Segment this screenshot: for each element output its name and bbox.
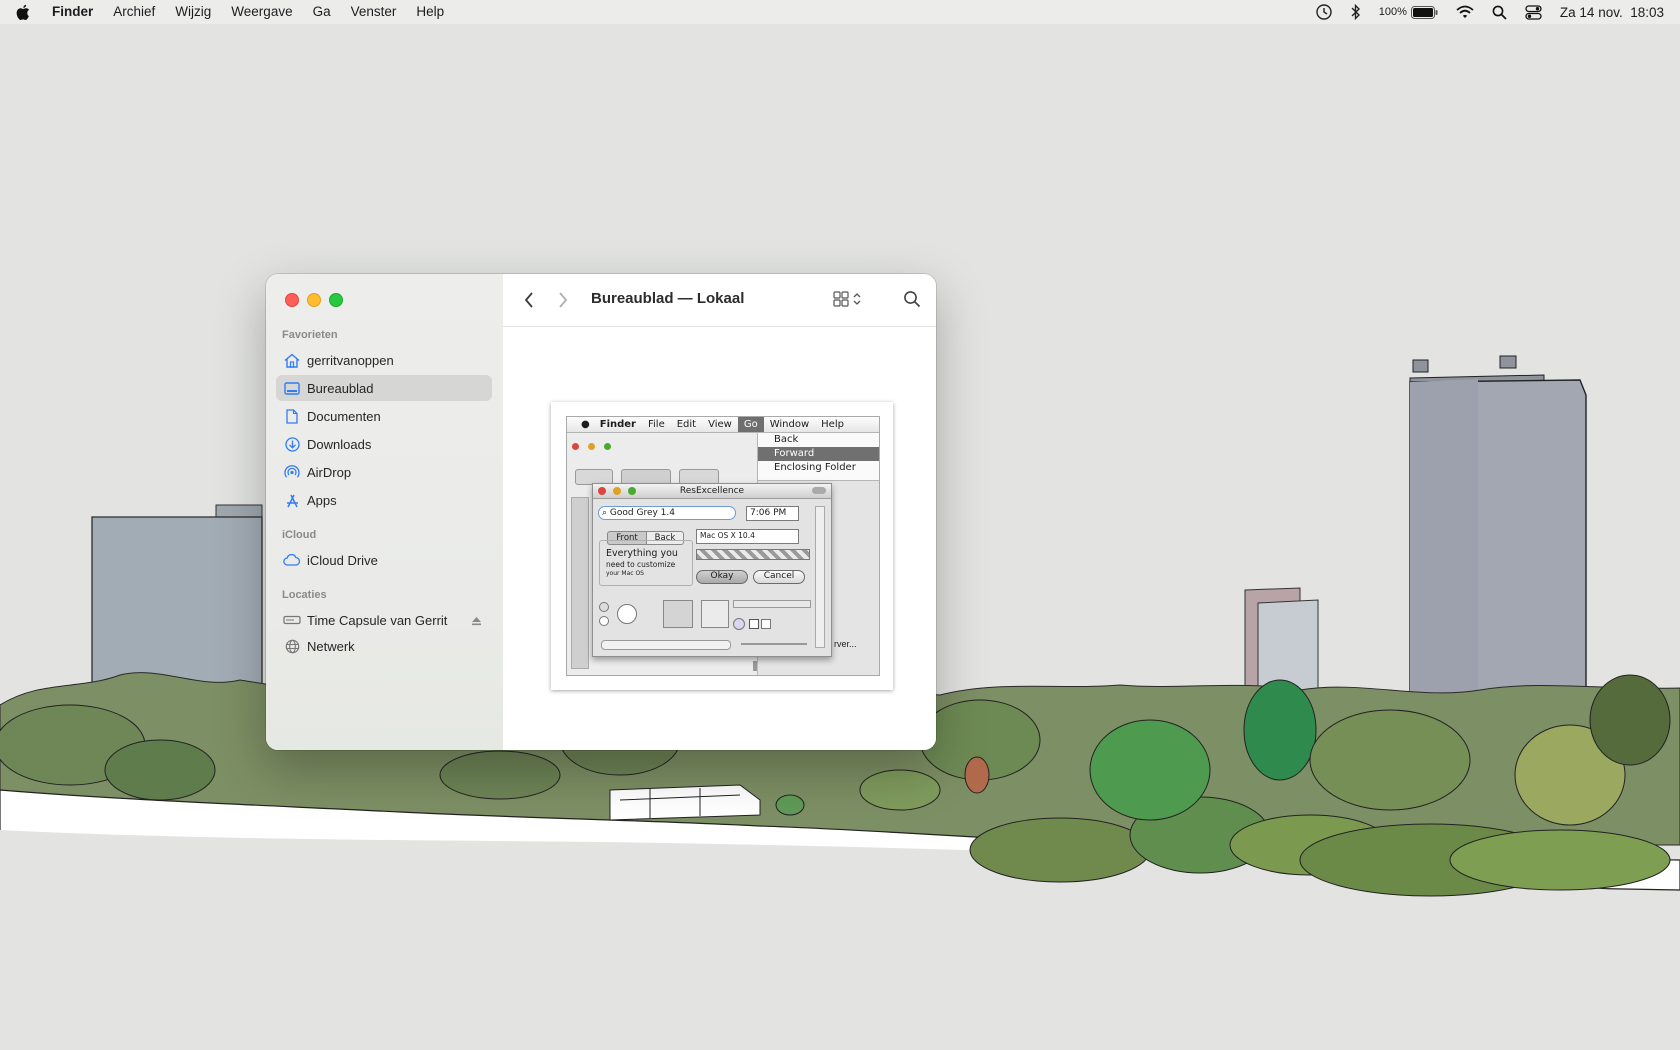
preview-time-value: 7:06 PM (750, 508, 787, 518)
preview-search-field: ⌕ Good Grey 1.4 (598, 506, 736, 520)
preview-time-field: 7:06 PM (746, 506, 799, 521)
back-button[interactable] (523, 291, 535, 309)
chevron-right-icon (559, 292, 568, 308)
spotlight-search-icon[interactable] (1492, 5, 1507, 20)
control-center-icon[interactable] (1525, 4, 1542, 20)
battery-percent: 100% (1378, 6, 1407, 18)
globe-icon (283, 639, 301, 654)
cloud-icon (283, 554, 301, 566)
document-icon (283, 408, 301, 424)
sidebar-item-downloads[interactable]: Downloads (276, 431, 492, 457)
sidebar-item-network[interactable]: Netwerk (276, 633, 492, 659)
view-options-button[interactable] (833, 291, 861, 307)
menu-wijzig[interactable]: Wijzig (165, 0, 221, 24)
preview-text-big: Everything you (606, 548, 678, 559)
airdrop-icon (283, 464, 301, 480)
close-button[interactable] (285, 293, 299, 307)
battery-icon (1410, 5, 1438, 19)
sidebar-item-label: Bureaublad (307, 380, 374, 396)
zoom-button[interactable] (329, 293, 343, 307)
forward-button[interactable] (557, 291, 569, 309)
chevron-left-icon (524, 292, 533, 308)
wifi-icon[interactable] (1456, 5, 1474, 19)
apple-menu-icon[interactable] (0, 4, 44, 21)
download-icon (283, 436, 301, 452)
preview-menubar: ● Finder File Edit View Go Window Help (567, 417, 879, 433)
sidebar-header-locations: Locaties (282, 589, 327, 601)
preview-dialog-titlebar: ResExcellence (593, 484, 831, 499)
menu-venster[interactable]: Venster (341, 0, 407, 24)
preview-menu-view: View (708, 419, 732, 430)
preview-popup-value: Mac OS X 10.4 (700, 531, 755, 540)
screenshot-file-icon[interactable]: ● Finder File Edit View Go Window Help B… (551, 402, 893, 690)
menubar-clock[interactable]: Za 14 nov. 18:03 (1560, 5, 1664, 20)
menu-weergave[interactable]: Weergave (221, 0, 302, 24)
chevron-updown-icon (853, 293, 861, 305)
search-button[interactable] (903, 290, 921, 313)
sidebar-item-label: Netwerk (307, 638, 355, 654)
search-icon (904, 291, 921, 308)
preview-go-menu: Back Forward Enclosing Folder (757, 432, 879, 481)
menu-app-finder[interactable]: Finder (44, 0, 103, 24)
finder-toolbar: Bureaublad — Lokaal (503, 274, 936, 327)
sidebar-item-apps[interactable]: Apps (276, 487, 492, 513)
preview-menu-go: Go (737, 417, 764, 432)
preview-menu-edit: Edit (676, 419, 697, 430)
preview-search-icon: ⌕ (602, 508, 610, 518)
preview-go-back: Back (774, 434, 799, 445)
desktop-icon (283, 381, 301, 395)
sidebar-item-label: gerritvanoppen (307, 352, 394, 368)
time-machine-icon[interactable] (1315, 3, 1333, 21)
wallpaper-building-left (91, 504, 263, 701)
preview-text-small: your Mac OS (606, 570, 644, 577)
finder-sidebar: Favorieten gerritvanoppen Bureaublad Doc… (266, 274, 504, 750)
battery-indicator[interactable]: 100% (1378, 5, 1438, 19)
preview-dialog: ResExcellence ⌕ Good Grey 1.4 7:06 PM Fr… (592, 483, 832, 657)
house-icon (283, 353, 301, 368)
preview-menu-help: Help (821, 419, 844, 430)
preview-menu-finder: Finder (599, 419, 636, 430)
sidebar-item-documents[interactable]: Documenten (276, 403, 492, 429)
preview-apple-icon: ● (581, 419, 590, 430)
menu-ga[interactable]: Ga (303, 0, 341, 24)
sidebar-item-time-capsule[interactable]: Time Capsule van Gerrit (276, 607, 492, 633)
window-controls (285, 293, 343, 307)
sidebar-item-icloud-drive[interactable]: iCloud Drive (276, 547, 492, 573)
preview-go-forward: Forward (758, 447, 879, 461)
window-title: Bureaublad — Lokaal (591, 290, 745, 307)
eject-icon[interactable] (471, 614, 482, 629)
menu-archief[interactable]: Archief (103, 0, 165, 24)
menu-bar: Finder Archief Wijzig Weergave Ga Venste… (0, 0, 1680, 24)
minimize-button[interactable] (307, 293, 321, 307)
sidebar-item-label: Apps (307, 492, 337, 508)
sidebar-item-label: Documenten (307, 408, 381, 424)
sidebar-item-home[interactable]: gerritvanoppen (276, 347, 492, 373)
screenshot-preview: ● Finder File Edit View Go Window Help B… (566, 416, 880, 676)
sidebar-item-airdrop[interactable]: AirDrop (276, 459, 492, 485)
drive-icon (283, 615, 301, 625)
apps-icon (283, 493, 301, 508)
sidebar-item-desktop[interactable]: Bureaublad (276, 375, 492, 401)
preview-go-enclosing: Enclosing Folder (774, 462, 856, 473)
sidebar-header-favorites: Favorieten (282, 329, 338, 341)
sidebar-header-icloud: iCloud (282, 529, 317, 541)
preview-dialog-title: ResExcellence (679, 486, 745, 496)
sidebar-item-label: AirDrop (307, 464, 352, 480)
preview-popup: Mac OS X 10.4 (696, 529, 799, 544)
sidebar-item-label: Time Capsule van Gerrit (307, 612, 448, 628)
bluetooth-icon[interactable] (1351, 4, 1361, 20)
sidebar-item-label: iCloud Drive (307, 552, 378, 568)
icon-grid-icon (833, 291, 849, 307)
preview-search-value: Good Grey 1.4 (609, 508, 675, 518)
preview-partial-text: rver... (834, 639, 857, 649)
sidebar-item-label: Downloads (307, 436, 372, 452)
preview-text-mid: need to customize (606, 560, 676, 569)
preview-okay-button: Okay (696, 570, 748, 584)
preview-menu-file: File (647, 419, 665, 430)
menu-help[interactable]: Help (406, 0, 454, 24)
preview-cancel-button: Cancel (753, 570, 805, 584)
preview-menu-window: Window (769, 419, 810, 430)
